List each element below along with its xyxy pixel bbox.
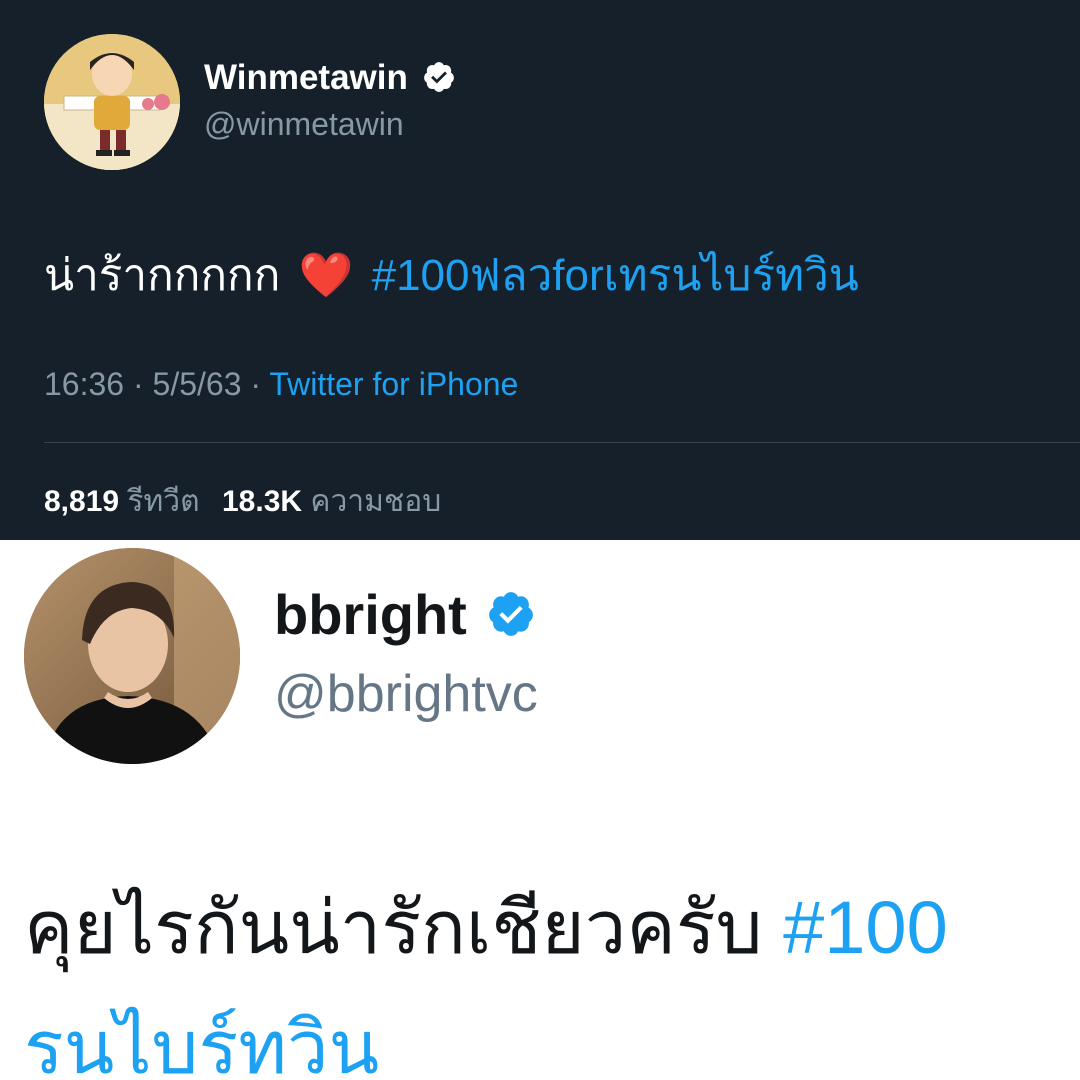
avatar[interactable]: [24, 548, 240, 764]
tweet-meta: 16:36 · 5/5/63 · Twitter for iPhone: [44, 366, 518, 403]
user-handle[interactable]: @bbrightvc: [274, 664, 538, 724]
likes-stat[interactable]: 18.3K ความชอบ: [222, 485, 441, 518]
meta-separator: ·: [132, 366, 144, 402]
user-handle[interactable]: @winmetawin: [204, 106, 404, 143]
tweet-text-body: น่าร้ากกกกก: [44, 251, 281, 300]
hashtag-link-continued[interactable]: รนไบร์ทวิน: [24, 1006, 379, 1080]
tweet-source-link[interactable]: Twitter for iPhone: [269, 366, 518, 402]
heart-emoji-icon: ❤️: [298, 251, 354, 300]
verified-badge-icon: [423, 61, 454, 92]
retweets-count: 8,819: [44, 485, 120, 518]
cartoon-avatar-image: [44, 34, 180, 170]
divider: [44, 442, 1080, 443]
tweet-time[interactable]: 16:36: [44, 366, 124, 402]
verified-badge-icon: [489, 592, 534, 637]
likes-count: 18.3K: [221, 485, 303, 518]
tweet-text-body: คุยไรกันน่ารักเชียวครับ: [24, 886, 763, 969]
meta-separator: ·: [250, 366, 262, 402]
hashtag-link[interactable]: #100ฟลวforเทรนไบร์ทวิน: [372, 251, 859, 300]
display-name[interactable]: bbright: [274, 582, 536, 647]
display-name[interactable]: Winmetawin: [204, 58, 456, 98]
likes-label: ความชอบ: [310, 485, 442, 518]
display-name-text[interactable]: Winmetawin: [204, 58, 408, 97]
profile-photo-image: [24, 548, 240, 764]
retweets-stat[interactable]: 8,819 รีทวีต: [44, 485, 208, 518]
tweet-date[interactable]: 5/5/63: [153, 366, 242, 402]
display-name-text[interactable]: bbright: [274, 583, 467, 646]
avatar[interactable]: [44, 34, 180, 170]
engagement-stats: 8,819 รีทวีต 18.3K ความชอบ: [44, 478, 441, 525]
tweet-card-bbright: bbright @bbrightvc คุยไรกันน่ารักเชียวคร…: [0, 540, 1080, 1080]
tweet-card-winmetawin: Winmetawin @winmetawin น่าร้ากกกกก ❤️ #1…: [0, 0, 1080, 540]
tweet-text: น่าร้ากกกกก ❤️ #100ฟลวforเทรนไบร์ทวิน: [44, 240, 859, 310]
hashtag-link[interactable]: #100: [783, 886, 948, 969]
tweet-text-line-2: รนไบร์ทวิน: [24, 988, 379, 1080]
retweets-label: รีทวีต: [127, 485, 200, 518]
tweet-text-line-1: คุยไรกันน่ารักเชียวครับ #100: [24, 868, 948, 986]
